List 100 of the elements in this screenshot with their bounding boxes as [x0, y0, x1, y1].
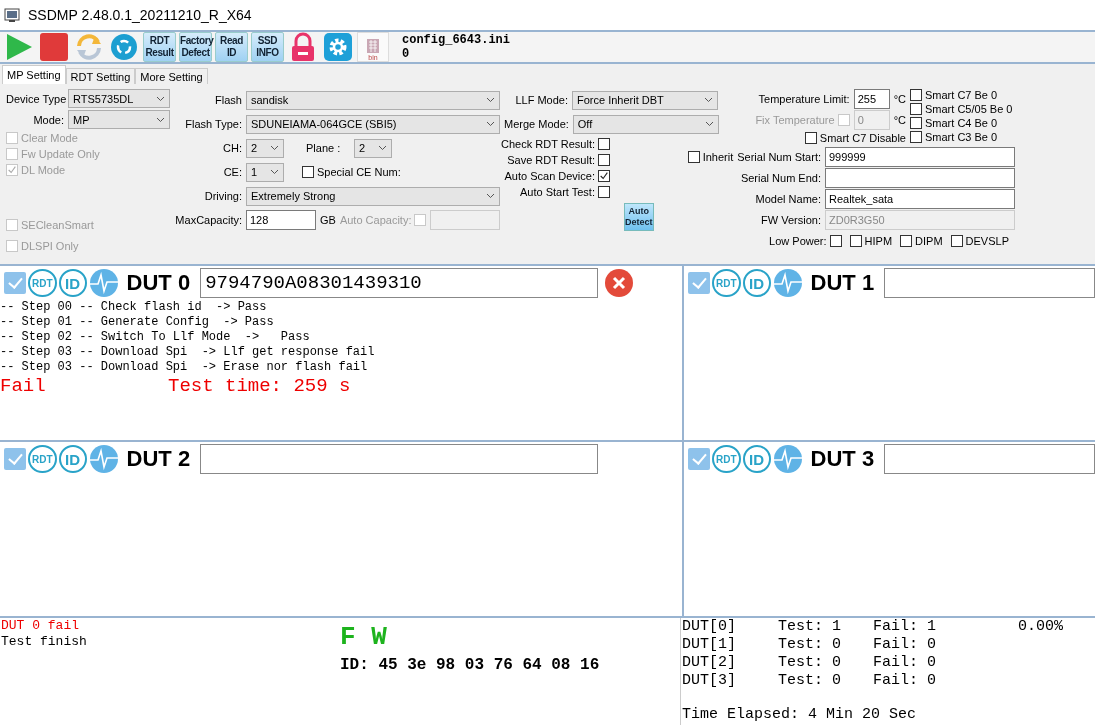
checkbox[interactable]	[598, 186, 610, 198]
dropdown[interactable]: 2	[246, 138, 284, 158]
checkbox[interactable]	[598, 138, 610, 150]
field-label: Temperature Limit:	[758, 92, 850, 105]
dropdown[interactable]: Force Inherit DBT	[572, 90, 718, 110]
text-field[interactable]: 999999	[825, 146, 1015, 167]
checkbox-label: SECleanSmart	[21, 218, 94, 231]
field-label: Serial Num Start:	[737, 150, 821, 163]
checkbox-label: Inherit	[702, 150, 734, 163]
checkbox[interactable]	[4, 448, 26, 470]
field-label: Model Name:	[755, 192, 821, 205]
fail-rate: 0.00%	[1018, 618, 1064, 636]
checkbox[interactable]	[950, 234, 963, 247]
checkbox-label: Fix Temperature	[755, 113, 835, 126]
firmware-mark: F W	[340, 621, 388, 653]
dut-title: DUT 3	[810, 446, 875, 472]
recycle-button[interactable]	[108, 32, 140, 62]
checkbox[interactable]	[804, 132, 817, 145]
checkbox[interactable]	[829, 234, 842, 247]
text-field[interactable]: 128	[246, 210, 316, 230]
toolbar-button[interactable]: Read ID	[215, 32, 248, 62]
stop-button[interactable]	[38, 32, 70, 62]
checkbox-label: Save RDT Result:	[507, 154, 595, 166]
caret-icon	[156, 95, 165, 102]
checkbox-label: Smart C7 Be 0	[925, 89, 998, 101]
checkbox[interactable]	[910, 131, 922, 143]
checkbox[interactable]	[598, 154, 610, 166]
dropdown[interactable]: MP	[68, 110, 170, 129]
checkbox-label: DL Mode	[21, 164, 66, 176]
text-field[interactable]	[825, 167, 1015, 188]
window-title: SSDMP 2.48.0.1_20211210_R_X64	[28, 7, 252, 23]
checkbox[interactable]	[910, 117, 922, 129]
close-icon[interactable]	[604, 268, 635, 298]
caret-icon	[704, 97, 713, 103]
status-message: DUT 0 fail	[1, 618, 80, 634]
checkbox[interactable]	[4, 272, 26, 294]
flash-id: ID: 45 3e 98 03 76 64 08 16	[340, 655, 601, 676]
status-message: Test finish	[1, 634, 88, 650]
unit-label: GB	[320, 214, 336, 226]
field-label: Flash Type:	[184, 118, 242, 130]
unit-label: °C	[893, 113, 906, 126]
toolbar-button[interactable]: RDT Result	[143, 32, 176, 62]
field-label: Flash	[214, 94, 242, 106]
dropdown[interactable]: Off	[572, 114, 719, 134]
fail-count: Fail: 0	[873, 636, 937, 654]
checkbox[interactable]	[900, 234, 913, 247]
dropdown[interactable]: SDUNEIAMA-064GCE (SBI5)	[246, 114, 500, 134]
checkbox[interactable]	[910, 89, 922, 101]
checkbox-label: Smart C5/05 Be 0	[925, 103, 1013, 115]
field-label: MaxCapacity:	[174, 214, 242, 226]
app-icon	[4, 7, 20, 23]
checkbox-label: Fw Update Only	[21, 148, 100, 160]
tab[interactable]: RDT Setting	[65, 68, 136, 84]
checkbox-label: Smart C7 Disable	[819, 132, 906, 145]
checkbox[interactable]	[687, 150, 700, 163]
checkbox[interactable]	[688, 448, 710, 470]
caret-icon	[156, 116, 165, 123]
checkbox[interactable]	[302, 166, 314, 178]
field-label: Serial Num End:	[740, 171, 821, 184]
tab[interactable]: More Setting	[135, 68, 208, 84]
dut-label: DUT[2]	[682, 654, 737, 672]
checkbox-label: DIPM	[915, 234, 943, 247]
field-label: Plane :	[306, 142, 342, 154]
caret-icon	[378, 145, 387, 151]
toolbar-button[interactable]: SSD INFO	[251, 32, 284, 62]
text-field[interactable]: Realtek_sata	[825, 188, 1015, 209]
serial-field[interactable]: 9794790A08301439310	[200, 268, 599, 298]
serial-field[interactable]	[884, 444, 1095, 474]
log-line: -- Step 03 -- Download Spi -> Erase nor flash fail	[0, 360, 369, 375]
checkbox-label: HIPM	[864, 234, 893, 247]
auto-detect-button[interactable]: Auto Detect	[624, 203, 654, 231]
dropdown[interactable]: RTS5735DL	[68, 89, 170, 108]
time-elapsed: Time Elapsed: 4 Min 20 Sec	[682, 706, 918, 724]
checkbox-label: Smart C3 Be 0	[925, 131, 998, 143]
field-label: Mode:	[32, 113, 64, 126]
caret-icon	[270, 145, 279, 151]
checkbox-label: Auto Capacity:	[339, 214, 412, 226]
log-line: -- Step 02 -- Switch To Llf Mode -> Pass	[0, 330, 311, 345]
dropdown[interactable]: 2	[354, 138, 392, 158]
fail-count: Fail: 0	[873, 654, 937, 672]
checkbox-label: Check RDT Result:	[501, 138, 595, 150]
dut-label: DUT[1]	[682, 636, 737, 654]
dropdown[interactable]: 1	[246, 162, 284, 182]
tab[interactable]: MP Setting	[2, 65, 66, 84]
serial-field[interactable]	[884, 268, 1095, 298]
test-time: Test time: 259 s	[168, 375, 351, 397]
settings-button[interactable]	[322, 32, 354, 62]
field-label: CE:	[222, 166, 242, 178]
dropdown[interactable]: Extremely Strong	[246, 186, 500, 206]
fail-count: Fail: 0	[873, 672, 937, 690]
checkbox[interactable]	[598, 170, 610, 182]
text-field[interactable]: 255	[853, 88, 890, 109]
checkbox[interactable]	[910, 103, 922, 115]
checkbox[interactable]	[688, 272, 710, 294]
toolbar-button[interactable]: Factory Defect	[179, 32, 212, 62]
dropdown[interactable]: sandisk	[246, 90, 500, 110]
serial-field[interactable]	[200, 444, 599, 474]
test-count: Test: 0	[778, 672, 842, 690]
caret-icon	[486, 193, 495, 199]
checkbox[interactable]	[849, 234, 862, 247]
